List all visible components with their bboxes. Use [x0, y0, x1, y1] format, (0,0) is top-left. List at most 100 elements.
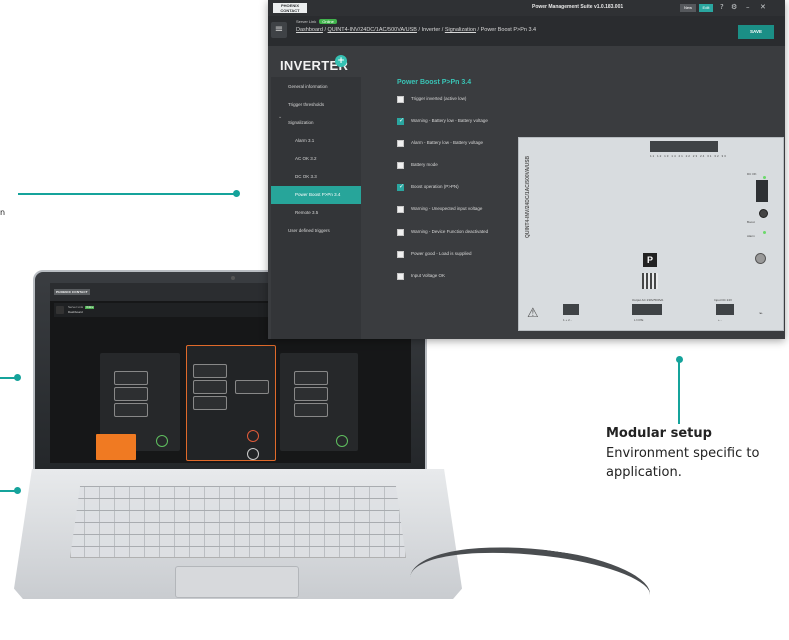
laptop-mini-box [294, 403, 328, 417]
app-title: Power Management Suite v1.0.183.001 [532, 4, 624, 10]
laptop-mini-box [193, 364, 227, 378]
laptop-mini-box [294, 371, 328, 385]
warning-icon: ⚠ [527, 306, 539, 321]
option-label: Power good - Load is supplied [411, 251, 472, 256]
laptop-menu-icon[interactable] [56, 306, 64, 314]
sidebar-item-alarm[interactable]: Alarm 3.1 [271, 132, 361, 150]
led-indicator [763, 231, 766, 234]
menu-icon[interactable]: ≡ [271, 22, 287, 38]
terminal-block [650, 141, 718, 152]
breadcrumb-current: Power Boost P>Pn 3.4 [480, 27, 537, 33]
option-row[interactable]: Warning - Battery low - Battery voltage [397, 117, 597, 127]
callout-body: Environment specific to application. [606, 446, 760, 480]
sidebar-item-trigger-thresholds[interactable]: Trigger thresholds [271, 96, 361, 114]
laptop-keyboard-rows [70, 486, 406, 558]
terminal-label: 1 + 2 - [563, 318, 572, 322]
power-icon [247, 448, 259, 460]
laptop-breadcrumb[interactable]: Dashboard [68, 310, 83, 314]
sidebar-item-general-information[interactable]: General information [271, 78, 361, 96]
option-label: Boost operation (P>PN) [411, 184, 459, 189]
terminal-block [563, 304, 579, 315]
laptop-orange-tile[interactable] [96, 434, 136, 460]
device-model-label: QUINT4-INV/24DC/1AC/500VA/USB [525, 155, 531, 238]
device-label-dcok: DC OK [747, 172, 757, 176]
sidebar-item-signalization[interactable]: ⌄ Signalization [271, 114, 361, 132]
device-dial [755, 253, 766, 264]
breadcrumb-dashboard[interactable]: Dashboard [296, 27, 323, 33]
qr-code-icon [642, 273, 658, 289]
option-row[interactable]: Trigger inverted (active low) [397, 95, 597, 105]
option-label: Warning - Unexpected input voltage [411, 206, 483, 211]
checkbox[interactable] [397, 162, 404, 169]
device-label-alarm: Alarm [747, 234, 755, 238]
chevron-down-icon: ⌄ [278, 114, 283, 120]
terminal-label: Output AC 230V/500VA [632, 298, 664, 302]
sidebar-item-label: Signalization [288, 120, 314, 125]
section-title: Power Boost P>Pn 3.4 [397, 79, 472, 86]
terminal-label: + - [718, 318, 722, 322]
sidebar-item-user-defined-triggers[interactable]: User defined triggers [271, 222, 361, 240]
sidebar-item-dc-ok[interactable]: DC OK 3.3 [271, 168, 361, 186]
edit-button[interactable]: Edit [699, 4, 713, 12]
option-label: Warning - Battery low - Battery voltage [411, 118, 488, 123]
settings-icon[interactable]: ⚙ [731, 3, 737, 11]
device-illustration: 11 12 13 14 21 22 23 24 31 32 33 QUINT4-… [518, 137, 784, 331]
callout-dot-2 [14, 374, 21, 381]
laptop-mini-box [294, 387, 328, 401]
sidebar-item-power-boost[interactable]: Power Boost P>Pn 3.4 [271, 186, 361, 204]
option-label: Input Voltage OK [411, 273, 446, 278]
laptop-panel-center[interactable] [186, 345, 276, 461]
server-status-badge: Online [319, 19, 337, 24]
help-icon[interactable]: ? [720, 3, 724, 11]
phoenix-logo: PHOENIX CONTACT [273, 3, 307, 13]
terminal-label: L N PE [634, 318, 644, 322]
callout-dot-3 [14, 487, 21, 494]
checkbox[interactable] [397, 140, 404, 147]
laptop-panel-right[interactable] [280, 353, 358, 451]
checkbox[interactable] [397, 96, 404, 103]
minimize-icon[interactable]: – [746, 3, 750, 11]
checkbox[interactable] [397, 117, 404, 125]
callout-dot-1 [233, 190, 240, 197]
save-button[interactable]: SAVE [738, 25, 774, 39]
option-label: Alarm - Battery low - Battery voltage [411, 140, 484, 145]
close-icon[interactable]: ✕ [760, 3, 766, 11]
checkbox[interactable] [397, 206, 404, 213]
terminal-block [716, 304, 734, 315]
sidebar: General information Trigger thresholds ⌄… [271, 77, 361, 339]
option-label: Battery mode [411, 162, 438, 167]
breadcrumb-device[interactable]: QUINT4-INV/24DC/1AC/500VA/USB [328, 27, 417, 33]
status-ok-icon [156, 435, 168, 447]
new-button[interactable]: New [680, 4, 696, 12]
app-window: PHOENIX CONTACT Power Management Suite v… [268, 0, 785, 339]
device-potentiometer [759, 209, 768, 218]
breadcrumb-signalization[interactable]: Signalization [445, 27, 476, 33]
server-link: Server Link Online [296, 19, 337, 24]
laptop-server-text: Server Link [68, 305, 84, 309]
window-topbar: PHOENIX CONTACT Power Management Suite v… [268, 0, 785, 16]
window-subbar: ≡ Server Link Online Dashboard / QUINT4-I… [268, 16, 785, 46]
add-icon[interactable]: + [335, 55, 347, 67]
checkbox[interactable] [397, 183, 404, 191]
laptop-mini-box [235, 380, 269, 394]
breadcrumb-inverter[interactable]: Inverter [422, 27, 441, 33]
status-alarm-icon [247, 430, 259, 442]
checkbox[interactable] [397, 251, 404, 258]
option-label: Warning - Device Function deactivated [411, 229, 489, 234]
laptop-server-label: Server Link Online [68, 305, 95, 309]
callout-line-1 [18, 193, 236, 195]
laptop-trackpad [175, 566, 299, 598]
checkbox[interactable] [397, 229, 404, 236]
device-switch [756, 180, 768, 202]
sidebar-item-remote[interactable]: Remote 3.5 [271, 204, 361, 222]
sidebar-item-ac-ok[interactable]: AC OK 3.2 [271, 150, 361, 168]
callout-line-modular [678, 362, 680, 424]
checkbox[interactable] [397, 273, 404, 280]
laptop-mini-box [114, 403, 148, 417]
terminal-block [632, 304, 662, 315]
breadcrumb: Dashboard / QUINT4-INV/24DC/1AC/500VA/US… [296, 27, 536, 33]
callout-heading: Modular setup [606, 426, 712, 441]
server-label: Server Link [296, 19, 317, 24]
led-indicator [763, 176, 766, 179]
device-label-boost: Boost [747, 220, 755, 224]
